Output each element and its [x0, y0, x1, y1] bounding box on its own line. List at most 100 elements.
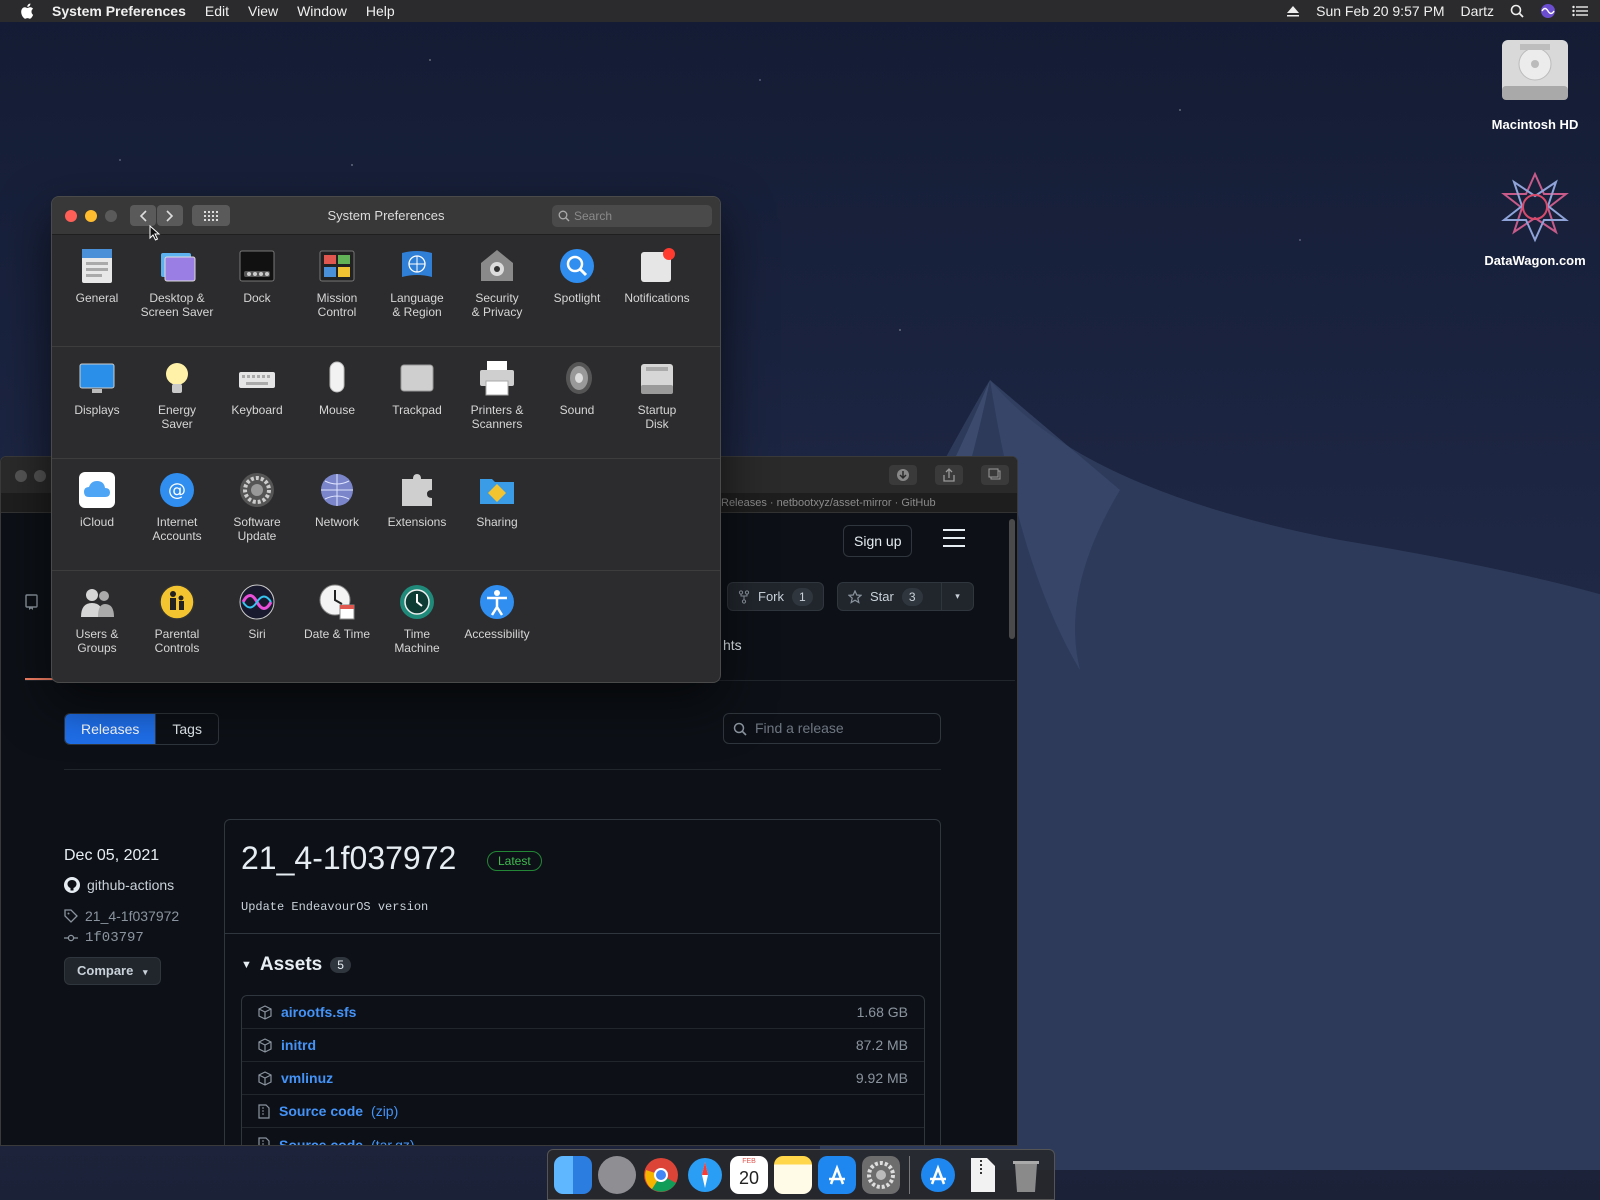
compare-button[interactable]: Compare ▾	[64, 957, 161, 985]
fork-button[interactable]: Fork 1	[727, 582, 824, 611]
asset-row[interactable]: Source code (tar.gz)	[242, 1128, 924, 1146]
app-store-icon[interactable]	[818, 1155, 856, 1194]
assets-toggle[interactable]: ▼ Assets 5	[241, 954, 351, 976]
asset-name[interactable]: initrd	[281, 1037, 316, 1053]
asset-row[interactable]: initrd 87.2 MB	[242, 1029, 924, 1062]
menubar-datetime[interactable]: Sun Feb 20 9:57 PM	[1316, 3, 1444, 19]
back-button[interactable]	[130, 205, 156, 226]
desktop-icon-macintosh-hd[interactable]: Macintosh HD	[1475, 34, 1595, 132]
browser-minimize-button[interactable]	[34, 470, 46, 482]
insights-tab-partial[interactable]: hts	[723, 637, 742, 653]
asset-name[interactable]: Source code	[279, 1103, 363, 1119]
pane-accessibility[interactable]: Accessibility	[456, 583, 538, 641]
archive-file-icon[interactable]	[963, 1156, 1001, 1194]
tabs-overview-icon[interactable]	[981, 465, 1009, 485]
pane-desktop-screen-saver[interactable]: Desktop & Screen Saver	[136, 247, 218, 319]
browser-tab[interactable]: Releases · netbootxyz/asset-mirror · Git…	[721, 493, 991, 513]
asset-name[interactable]: Source code	[279, 1137, 363, 1146]
share-icon[interactable]	[935, 465, 963, 485]
safari-icon[interactable]	[686, 1156, 724, 1194]
pane-general[interactable]: General	[56, 247, 138, 305]
menu-view[interactable]: View	[248, 3, 278, 19]
release-commit[interactable]: 1f03797	[64, 930, 144, 946]
asset-row[interactable]: vmlinuz 9.92 MB	[242, 1062, 924, 1095]
pane-mission-control[interactable]: Mission Control	[296, 247, 378, 319]
pane-energy-saver[interactable]: Energy Saver	[136, 359, 218, 431]
pane-mouse[interactable]: Mouse	[296, 359, 378, 417]
notes-icon[interactable]	[774, 1155, 812, 1194]
pane-siri[interactable]: Siri	[216, 583, 298, 641]
system-preferences-icon[interactable]	[862, 1155, 900, 1194]
download-icon[interactable]	[889, 465, 917, 485]
find-release-input[interactable]: Find a release	[723, 713, 941, 744]
pane-trackpad[interactable]: Trackpad	[376, 359, 458, 417]
package-icon	[258, 1004, 272, 1020]
trash-icon[interactable]	[1007, 1156, 1045, 1194]
pane-language-region[interactable]: Language & Region	[376, 247, 458, 319]
pane-startup-disk[interactable]: Startup Disk	[616, 359, 698, 431]
pane-date-time[interactable]: Date & Time	[296, 583, 378, 641]
sign-up-button[interactable]: Sign up	[843, 525, 913, 557]
menu-app-name[interactable]: System Preferences	[52, 3, 186, 19]
search-field[interactable]: Search	[552, 205, 712, 227]
pane-keyboard[interactable]: Keyboard	[216, 359, 298, 417]
zoom-button[interactable]	[105, 210, 117, 222]
pane-users-groups[interactable]: Users & Groups	[56, 583, 138, 655]
finder-icon[interactable]	[554, 1155, 592, 1194]
forward-button[interactable]	[157, 205, 183, 226]
calendar-icon[interactable]: FEB 20	[730, 1155, 768, 1194]
menu-window[interactable]: Window	[297, 3, 347, 19]
menu-help[interactable]: Help	[366, 3, 395, 19]
close-button[interactable]	[65, 210, 77, 222]
search-icon	[558, 210, 570, 222]
pane-icloud[interactable]: iCloud	[56, 471, 138, 529]
pane-software-update[interactable]: Software Update	[216, 471, 298, 543]
pane-network[interactable]: Network	[296, 471, 378, 529]
asset-row[interactable]: Source code (zip)	[242, 1095, 924, 1128]
releases-tab[interactable]: Releases	[65, 714, 156, 744]
menubar-user[interactable]: Dartz	[1461, 3, 1494, 19]
pane-displays[interactable]: Displays	[56, 359, 138, 417]
pane-extensions[interactable]: Extensions	[376, 471, 458, 529]
prefs-row-hardware: Displays Energy Saver Keyboard Mouse Tra…	[52, 347, 720, 459]
pane-dock[interactable]: Dock	[216, 247, 298, 305]
tags-tab[interactable]: Tags	[155, 714, 218, 744]
desktop-icon-datawagon[interactable]: DataWagon.com	[1475, 170, 1595, 268]
pane-sound[interactable]: Sound	[536, 359, 618, 417]
pane-printers-scanners[interactable]: Printers & Scanners	[456, 359, 538, 431]
notification-center-icon[interactable]	[1572, 5, 1588, 17]
pane-internet-accounts[interactable]: @ Internet Accounts	[136, 471, 218, 543]
pane-security-privacy[interactable]: Security & Privacy	[456, 247, 538, 319]
network-globe-icon	[321, 474, 353, 506]
dock-icon	[239, 250, 275, 282]
apple-menu-icon[interactable]	[18, 1, 38, 21]
hamburger-menu-icon[interactable]	[943, 529, 965, 549]
asset-name[interactable]: vmlinuz	[281, 1070, 333, 1086]
browser-scrollbar[interactable]	[1009, 519, 1015, 639]
spotlight-search-icon[interactable]	[1510, 4, 1524, 18]
siri-menu-icon[interactable]	[1540, 3, 1556, 19]
show-all-button[interactable]	[192, 205, 230, 226]
pane-notifications[interactable]: Notifications	[616, 247, 698, 305]
app-store-2-icon[interactable]	[919, 1156, 957, 1194]
star-dropdown-chevron-icon[interactable]: ▾	[941, 583, 973, 610]
launchpad-icon[interactable]	[598, 1155, 636, 1194]
asset-name[interactable]: airootfs.sfs	[281, 1004, 356, 1020]
browser-close-button[interactable]	[15, 470, 27, 482]
pane-spotlight[interactable]: Spotlight	[536, 247, 618, 305]
eject-icon[interactable]	[1286, 5, 1300, 17]
asset-row[interactable]: airootfs.sfs 1.68 GB	[242, 996, 924, 1029]
clock-calendar-icon	[319, 584, 355, 620]
star-button[interactable]: Star 3 ▾	[837, 582, 974, 611]
pane-parental-controls[interactable]: Parental Controls	[136, 583, 218, 655]
chrome-icon[interactable]	[642, 1156, 680, 1194]
release-title[interactable]: 21_4-1f037972	[241, 840, 456, 877]
at-sign-icon: @	[160, 473, 194, 507]
pane-sharing[interactable]: Sharing	[456, 471, 538, 529]
minimize-button[interactable]	[85, 210, 97, 222]
release-tag[interactable]: 21_4-1f037972	[64, 908, 179, 924]
pane-time-machine[interactable]: Time Machine	[376, 583, 458, 655]
release-author[interactable]: github-actions	[64, 877, 174, 893]
menu-edit[interactable]: Edit	[205, 3, 229, 19]
pane-label: Mission Control	[316, 291, 358, 319]
